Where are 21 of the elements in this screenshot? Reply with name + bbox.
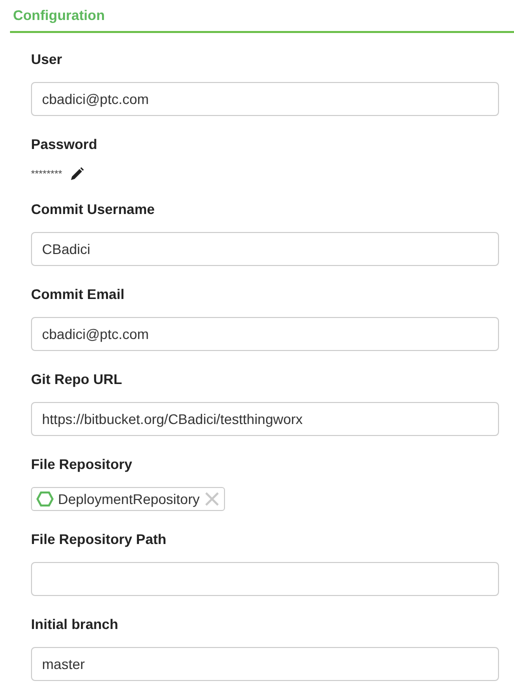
field-label: Git Repo URL <box>31 371 122 387</box>
input-field[interactable]: https://bitbucket.org/CBadici/testthingworx <box>31 402 499 436</box>
input-field[interactable]: cbadici@ptc.com <box>31 317 499 351</box>
field-label: User <box>31 51 62 67</box>
field-label: Commit Email <box>31 286 124 302</box>
input-field[interactable]: CBadici <box>31 232 499 266</box>
section-title: Configuration <box>13 7 105 23</box>
field-label: File Repository <box>31 456 132 472</box>
input-field[interactable]: cbadici@ptc.com <box>31 82 499 116</box>
field-label: Password <box>31 136 98 152</box>
password-mask: ******** <box>31 168 62 180</box>
field-label: File Repository Path <box>31 531 166 547</box>
field-label: Commit Username <box>31 201 155 217</box>
field-label: Initial branch <box>31 616 118 632</box>
close-icon[interactable] <box>204 491 220 507</box>
edit-icon[interactable] <box>70 167 84 181</box>
input-field[interactable]: master <box>31 647 499 681</box>
input-field[interactable] <box>31 562 499 596</box>
hexagon-icon <box>36 491 54 507</box>
repository-chip[interactable]: DeploymentRepository <box>31 487 225 511</box>
chip-label: DeploymentRepository <box>58 491 200 507</box>
